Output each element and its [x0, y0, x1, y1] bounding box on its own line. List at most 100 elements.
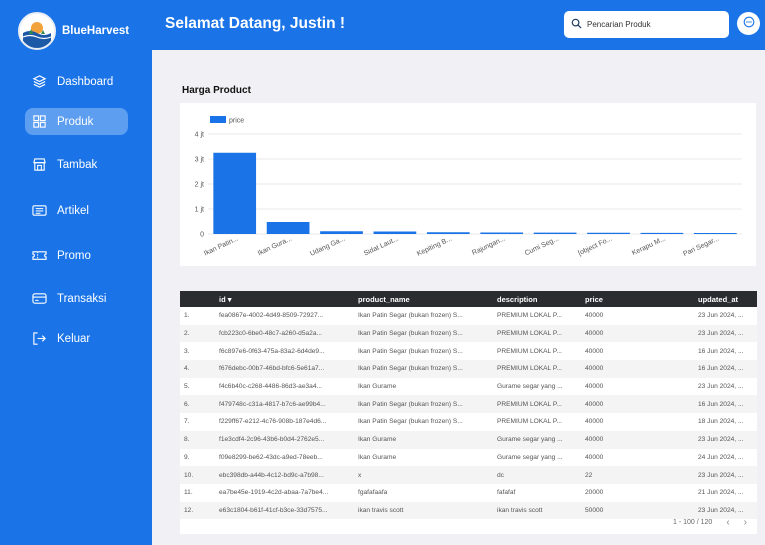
- cell-price: 40000: [585, 347, 604, 355]
- table-row[interactable]: 11. ea7be45e-1919-4c2d-abaa-7a7be4... fgaf…: [180, 484, 757, 502]
- sidebar-item-tambak[interactable]: Tambak: [25, 151, 128, 178]
- table-row[interactable]: 4. f676debc-00b7-46bd-bfc6-5e61a7... Ikan …: [180, 360, 757, 378]
- table-row[interactable]: 5. f4c6b40c-c268-4486-86d3-ae3a4... Ikan G…: [180, 378, 757, 396]
- price-bar-chart: price 0 1 jt 2 jt 3 jt 4 jt Ikan Patin... Ikan …: [195, 116, 742, 258]
- cell-price: 40000: [585, 453, 604, 461]
- col-header-product-name[interactable]: product_name: [354, 291, 493, 307]
- cell-description: PREMIUM LOKAL P...: [497, 312, 562, 320]
- sidebar-item-transaksi[interactable]: Transaksi: [25, 285, 128, 312]
- table-row[interactable]: 8. f1e3cdf4-2c96-43b6-b0d4-2762e5... Ikan …: [180, 430, 757, 449]
- cell-no: 11.: [184, 489, 193, 497]
- pagination: 1 - 100 / 120 ‹ ›: [673, 517, 747, 528]
- bar: [373, 231, 417, 234]
- sidebar-item-artikel[interactable]: Artikel: [25, 197, 128, 224]
- cell-description: PREMIUM LOKAL P...: [497, 400, 562, 408]
- cell-price: 40000: [585, 312, 604, 320]
- cell-no: 7.: [184, 418, 190, 426]
- sidebar-item-label: Dashboard: [57, 75, 114, 88]
- col-header-id[interactable]: id ▾: [215, 291, 354, 307]
- cell-updated-at: 21 Jun 2024, ...: [698, 489, 744, 497]
- table-row[interactable]: 1. fea0867e-4002-4d49-8509-72927... Ikan P…: [180, 307, 757, 325]
- cell-price: 40000: [585, 383, 604, 391]
- table-row[interactable]: 2. fcb223c0-6be0-48c7-a260-d5a2a... Ikan P…: [180, 324, 757, 343]
- cell-updated-at: 23 Jun 2024, ...: [698, 312, 744, 320]
- x-tick-label: Cumi Seg...: [524, 235, 560, 257]
- table-row[interactable]: 6. f479748c-c31a-4817-b7c6-ae99b4... Ikan …: [180, 395, 757, 414]
- cell-description: ikan travis scott: [497, 506, 543, 514]
- cell-no: 4.: [184, 365, 190, 373]
- table-row[interactable]: 10. ebc398db-a44b-4c12-bd9c-a7b98... x dc 22…: [180, 466, 757, 484]
- y-tick-label: 3 jt: [195, 157, 204, 164]
- cell-id: fea0867e-4002-4d49-8509-72927...: [219, 312, 324, 320]
- bar: [640, 232, 684, 234]
- cell-id: f6c897e6-0f63-475a-83a2-6d4de9...: [219, 347, 325, 355]
- sidebar-item-label: Artikel: [57, 204, 89, 217]
- cell-no: 1.: [184, 312, 190, 320]
- brand[interactable]: BlueHarvest: [18, 12, 129, 50]
- cell-description: PREMIUM LOKAL P...: [497, 418, 562, 426]
- y-tick-label: 1 jt: [195, 207, 204, 214]
- cell-price: 40000: [585, 400, 604, 408]
- store-icon: [31, 157, 47, 173]
- y-tick-label: 4 jt: [195, 132, 204, 139]
- x-tick-label: [object Fo...: [577, 235, 613, 257]
- sidebar-item-label: Promo: [57, 249, 91, 262]
- bar: [533, 232, 577, 234]
- cell-no: 3.: [184, 347, 190, 355]
- table-row[interactable]: 7. f229ff67-e212-4c76-908b-187e4d6... Ikan…: [180, 413, 757, 431]
- cell-description: fafafaf: [497, 489, 516, 497]
- cell-price: 40000: [585, 418, 604, 426]
- table-header-row: id ▾ product_name description price upda…: [180, 291, 757, 307]
- cell-id: fcb223c0-6be0-48c7-a260-d5a2a...: [219, 330, 323, 338]
- sidebar-item-dashboard[interactable]: Dashboard: [25, 68, 128, 95]
- cell-product-name: Ikan Patin Segar (bukan frozen) S...: [358, 418, 463, 426]
- product-table-card: id ▾ product_name description price upda…: [180, 291, 757, 534]
- search-icon: [571, 16, 582, 34]
- cell-no: 10.: [184, 471, 194, 479]
- chat-button[interactable]: [737, 12, 760, 35]
- table-row[interactable]: 3. f6c897e6-0f63-475a-83a2-6d4de9... Ikan …: [180, 342, 757, 360]
- col-header-description[interactable]: description: [493, 291, 581, 307]
- sidebar: BlueHarvest Dashboard Produk Tambak Arti…: [0, 0, 152, 545]
- table-row[interactable]: 12. e63c1804-b61f-41cf-b3ce-33d7575... ika…: [180, 501, 757, 520]
- cell-description: Gurame segar yang ...: [497, 436, 563, 444]
- sidebar-item-promo[interactable]: Promo: [25, 242, 128, 269]
- cell-id: ea7be45e-1919-4c2d-abaa-7a7be4...: [219, 489, 329, 497]
- logout-icon: [31, 331, 47, 347]
- col-header-price[interactable]: price: [581, 291, 694, 307]
- card-icon: [31, 291, 47, 307]
- product-table: id ▾ product_name description price upda…: [180, 291, 757, 520]
- price-chart-card: price 0 1 jt 2 jt 3 jt 4 jt Ikan Patin... Ikan …: [180, 103, 756, 266]
- cell-id: f1e3cdf4-2c96-43b6-b0d4-2762e5...: [219, 436, 325, 444]
- search-input[interactable]: [587, 20, 717, 29]
- x-tick-label: Rajungan...: [471, 235, 506, 256]
- cell-product-name: Ikan Gurame: [358, 383, 397, 391]
- table-row[interactable]: 9. f09e8299-be62-43dc-a9ed-78eeb... Ikan G…: [180, 449, 757, 467]
- cell-product-name: Ikan Gurame: [358, 453, 397, 461]
- cell-price: 20000: [585, 489, 604, 497]
- article-icon: [31, 203, 47, 219]
- sidebar-item-produk[interactable]: Produk: [25, 108, 128, 135]
- cell-product-name: Ikan Patin Segar (bukan frozen) S...: [358, 312, 463, 320]
- prev-page-button[interactable]: ‹: [726, 517, 729, 528]
- cell-id: e63c1804-b61f-41cf-b3ce-33d7575...: [219, 506, 328, 514]
- x-tick-label: Kepiting B...: [416, 235, 453, 257]
- brand-name: BlueHarvest: [62, 25, 130, 37]
- x-tick-label: Ikan Gura...: [257, 235, 293, 257]
- sidebar-item-keluar[interactable]: Keluar: [25, 325, 128, 352]
- cell-no: 9.: [184, 453, 190, 461]
- next-page-button[interactable]: ›: [744, 517, 747, 528]
- top-header: Selamat Datang, Justin !: [152, 0, 765, 50]
- sidebar-item-label: Keluar: [57, 332, 91, 345]
- col-header-updated-at[interactable]: updated_at: [694, 291, 757, 307]
- cell-no: 12.: [184, 506, 194, 514]
- x-tick-label: Pari Segar...: [682, 235, 720, 258]
- cell-no: 2.: [184, 330, 190, 338]
- legend-swatch: [210, 116, 226, 123]
- cell-product-name: fgafafaafa: [358, 489, 388, 497]
- bar: [587, 232, 630, 234]
- search-box[interactable]: [564, 11, 729, 38]
- greeting-title: Selamat Datang, Justin !: [165, 15, 346, 32]
- cell-no: 6.: [184, 400, 190, 408]
- cell-product-name: Ikan Patin Segar (bukan frozen) S...: [358, 347, 463, 355]
